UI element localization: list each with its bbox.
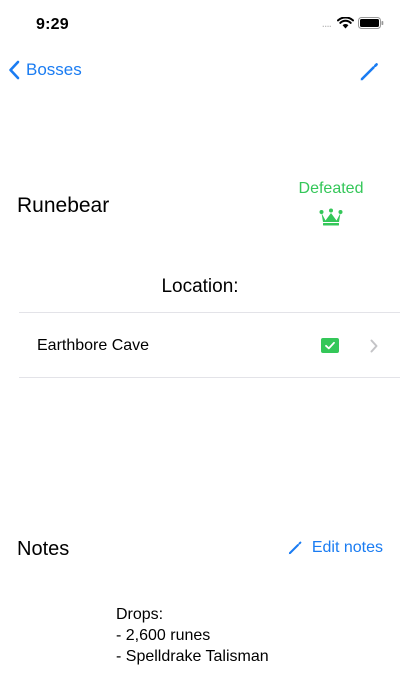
- notes-line: Drops:: [116, 606, 164, 623]
- back-button[interactable]: Bosses: [8, 60, 82, 80]
- boss-name: Runebear: [17, 194, 110, 217]
- location-name: Earthbore Cave: [37, 337, 150, 354]
- battery-icon: [358, 17, 384, 29]
- edit-notes-button[interactable]: Edit notes: [286, 539, 383, 557]
- notes-text: Drops: - 2,600 runes - Spelldrake Talism…: [116, 604, 269, 667]
- location-heading: Location:: [161, 276, 239, 297]
- status-label: Defeated: [298, 180, 364, 197]
- notes-line: - 2,600 runes: [116, 627, 211, 644]
- edit-boss-button[interactable]: [356, 59, 382, 85]
- signal-icon: ....: [321, 16, 332, 30]
- boss-status: Defeated: [280, 180, 382, 231]
- navigation-bar: Bosses: [0, 52, 400, 92]
- status-icons: ....: [322, 17, 384, 29]
- chevron-right-icon: [370, 339, 378, 353]
- notes-line: - Spelldrake Talisman: [116, 648, 269, 665]
- crown-icon: [319, 208, 343, 226]
- pencil-icon: [288, 541, 302, 555]
- back-button-label: Bosses: [26, 60, 82, 79]
- edit-notes-label: Edit notes: [311, 539, 383, 556]
- status-time: 9:29: [36, 16, 69, 33]
- wifi-icon: [337, 17, 354, 29]
- divider: [19, 377, 400, 378]
- checkmark-icon: [325, 341, 335, 350]
- status-bar: 9:29 ....: [0, 0, 400, 48]
- location-row[interactable]: Earthbore Cave: [19, 313, 400, 377]
- pencil-icon: [360, 63, 378, 81]
- chevron-left-icon: [9, 60, 20, 80]
- checkbox-checked[interactable]: [321, 338, 339, 353]
- notes-heading: Notes: [17, 538, 70, 560]
